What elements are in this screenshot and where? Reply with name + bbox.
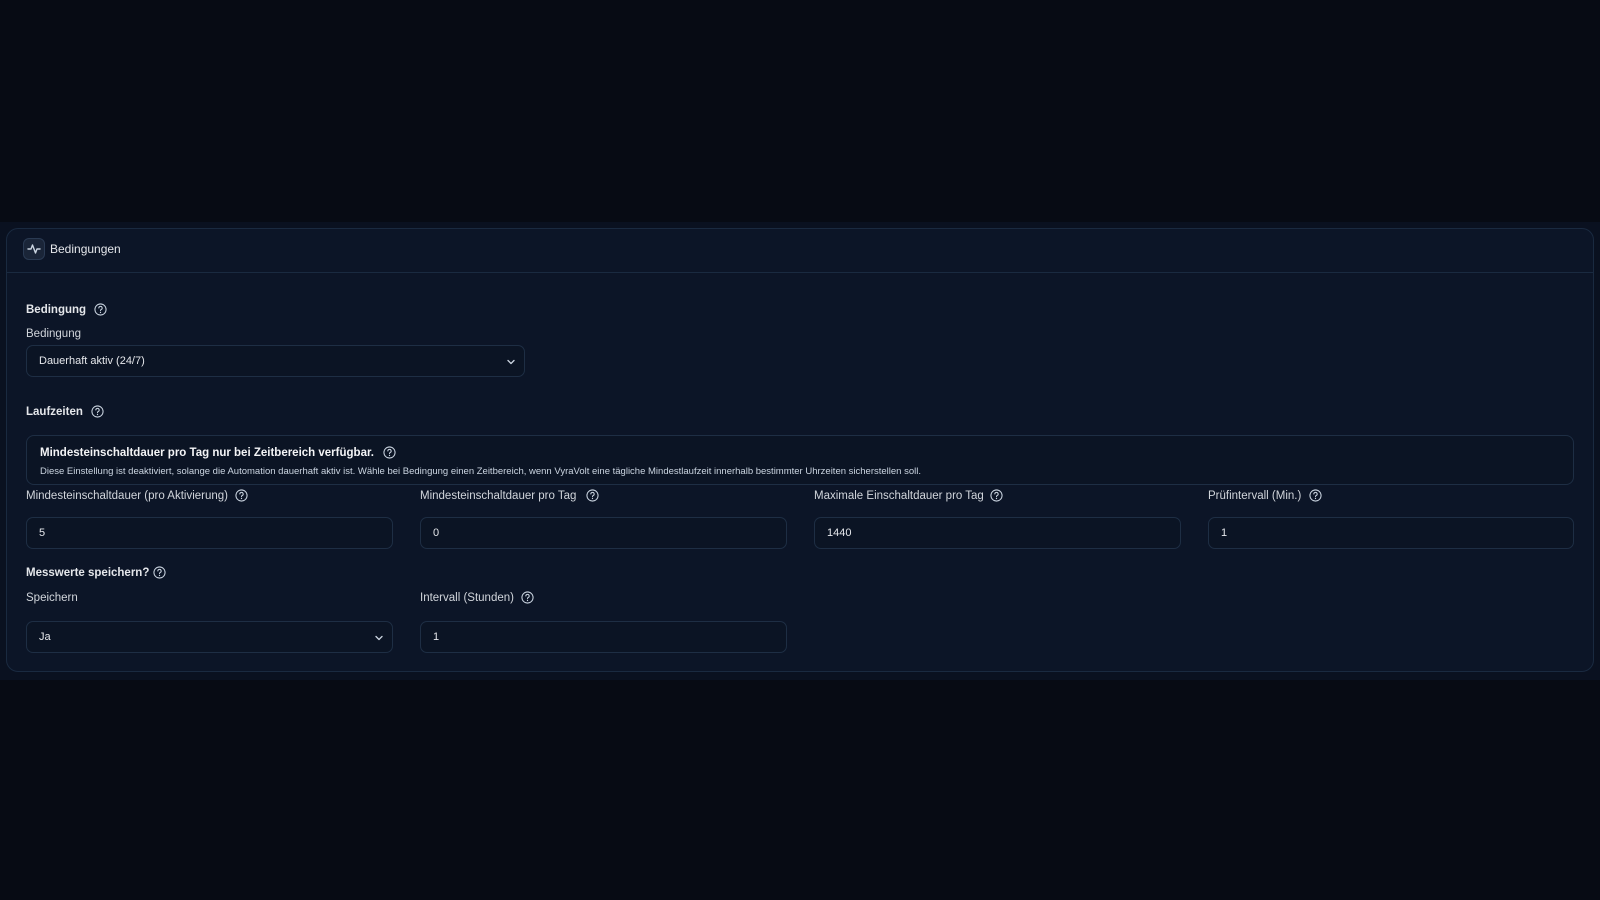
help-icon[interactable] bbox=[153, 566, 166, 579]
help-icon[interactable] bbox=[235, 489, 248, 502]
help-icon[interactable] bbox=[990, 489, 1003, 502]
help-icon[interactable] bbox=[521, 591, 534, 604]
help-icon[interactable] bbox=[91, 405, 104, 418]
field-label-speichern: Speichern bbox=[26, 592, 78, 604]
card-title: Bedingungen bbox=[50, 242, 121, 256]
field-label-min-per-activation: Mindesteinschaltdauer (pro Aktivierung) bbox=[26, 490, 228, 502]
section-label-bedingung: Bedingung bbox=[26, 304, 87, 316]
bedingung-select-value: Dauerhaft aktiv (24/7) bbox=[39, 355, 145, 367]
field-label-max-per-day: Maximale Einschaltdauer pro Tag bbox=[814, 490, 984, 502]
conditions-card: Bedingungen Bedingung Bedingung Dauerhaf… bbox=[6, 228, 1594, 672]
help-icon[interactable] bbox=[383, 446, 396, 459]
chevron-down-icon bbox=[507, 359, 515, 365]
field-label-check-interval: Prüfintervall (Min.) bbox=[1208, 490, 1302, 502]
field-label-min-per-day: Mindesteinschaltdauer pro Tag bbox=[420, 490, 577, 502]
notice-text: Diese Einstellung ist deaktiviert, solan… bbox=[40, 466, 921, 477]
speichern-select-value: Ja bbox=[39, 631, 51, 643]
activity-icon bbox=[23, 238, 45, 260]
intervall-value: 1 bbox=[433, 631, 440, 643]
min-per-day-value: 0 bbox=[433, 527, 440, 539]
check-interval-input[interactable]: 1 bbox=[1208, 517, 1574, 549]
chevron-down-icon bbox=[375, 635, 383, 641]
field-label-intervall: Intervall (Stunden) bbox=[420, 592, 514, 604]
check-interval-value: 1 bbox=[1221, 527, 1228, 539]
field-label-bedingung: Bedingung bbox=[26, 328, 81, 340]
help-icon[interactable] bbox=[586, 489, 599, 502]
help-icon[interactable] bbox=[1309, 489, 1322, 502]
help-icon[interactable] bbox=[94, 303, 107, 316]
intervall-input[interactable]: 1 bbox=[420, 621, 787, 653]
section-label-laufzeiten: Laufzeiten bbox=[26, 406, 83, 418]
max-per-day-value: 1440 bbox=[827, 527, 852, 539]
min-per-activation-value: 5 bbox=[39, 527, 46, 539]
min-per-day-input[interactable]: 0 bbox=[420, 517, 787, 549]
notice-box: Mindesteinschaltdauer pro Tag nur bei Ze… bbox=[26, 435, 1574, 485]
notice-title: Mindesteinschaltdauer pro Tag nur bei Ze… bbox=[40, 447, 374, 459]
max-per-day-input[interactable]: 1440 bbox=[814, 517, 1181, 549]
card-header: Bedingungen bbox=[7, 229, 1593, 273]
bedingung-select[interactable]: Dauerhaft aktiv (24/7) bbox=[26, 345, 525, 377]
min-per-activation-input[interactable]: 5 bbox=[26, 517, 393, 549]
section-label-messwerte: Messwerte speichern? bbox=[26, 567, 150, 579]
speichern-select[interactable]: Ja bbox=[26, 621, 393, 653]
